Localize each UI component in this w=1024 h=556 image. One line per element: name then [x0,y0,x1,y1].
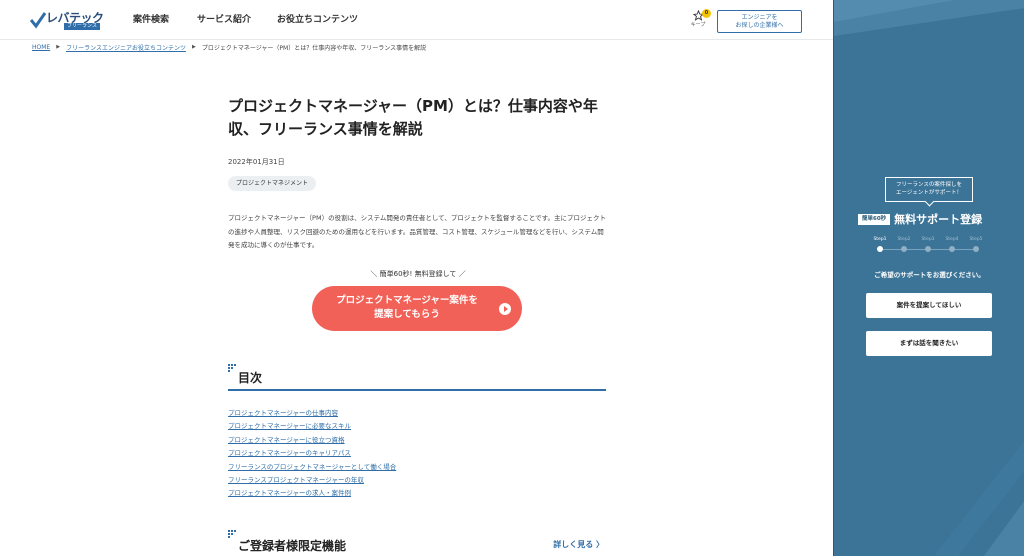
step-dot [877,246,883,252]
toc-header: 目次 [228,364,606,391]
keep-count-badge: 0 [702,9,711,18]
registered-features-title: ご登録者様限定機能 [238,539,347,553]
check-logo-icon [30,12,46,29]
step-label: Step1 [873,237,887,242]
article-date: 2022年01月31日 [228,158,285,166]
breadcrumb-separator-icon: ▶ [191,44,196,50]
step-5: Step5 [966,236,986,252]
breadcrumb-home-link[interactable]: HOME [32,44,50,51]
keep-label: キープ [690,22,706,28]
section-dots-icon [228,530,238,540]
for-companies-button[interactable]: エンジニアを お探しの企業様へ [717,10,802,33]
cta-caption: ＼ 簡単60秒! 無料登録して ／ [370,270,466,278]
breadcrumb: HOME ▶ フリーランスエンジニアお役立ちコンテンツ ▶ プロジェクトマネージ… [32,42,426,52]
step-1: Step1 [870,236,890,252]
toc-link[interactable]: プロジェクトマネージャーの仕事内容 [228,407,396,420]
toc-list: プロジェクトマネージャーの仕事内容 プロジェクトマネージャーに必要なスキル プロ… [228,407,396,501]
nav-item-job-search[interactable]: 案件検索 [133,0,169,40]
step-4: Step4 [942,236,962,252]
step-dot [925,246,931,252]
play-circle-icon [499,303,511,315]
toc-link[interactable]: プロジェクトマネージャーに役立つ資格 [228,434,396,447]
consultation-first-button[interactable]: まずは話を聞きたい [866,331,992,356]
free-signup-heading: 簡単60秒 無料サポート登録 [858,212,982,226]
nav-item-contents[interactable]: お役立ちコンテンツ [277,0,358,40]
free-signup-title: 無料サポート登録 [894,213,983,226]
support-signup-panel: フリーランスの案件探しを エージェントがサポート！ 簡単60秒 無料サポート登録… [833,0,1024,556]
step-label: Step3 [921,237,935,242]
article-title: プロジェクトマネージャー（PM）とは？仕事内容や年収、フリーランス事情を解説 [228,97,598,138]
step-dot [973,246,979,252]
cta-button-label: プロジェクトマネージャー案件を 提案してもらう [336,295,478,320]
section-dots-icon [228,364,238,374]
levtech-freelance-logo[interactable]: レバテック フリーランス [30,9,104,31]
chevron-right-icon: 〉 [596,540,604,549]
registered-features-header: ご登録者様限定機能 詳しく見る 〉 [228,530,606,556]
step-3: Step3 [918,236,938,252]
article-header: プロジェクトマネージャー（PM）とは？仕事内容や年収、フリーランス事情を解説 2… [228,95,608,191]
sixty-seconds-badge: 簡単60秒 [858,213,891,225]
toc-link[interactable]: プロジェクトマネージャーに必要なスキル [228,420,396,433]
nav-item-services[interactable]: サービス紹介 [197,0,251,40]
see-more-link[interactable]: 詳しく見る 〉 [553,539,604,550]
step-label: Step5 [969,237,983,242]
request-job-proposal-button[interactable]: 案件を提案してほしい [866,293,992,318]
support-choice-prompt: ご希望のサポートをお選びください。 [874,271,985,279]
signup-step-indicator: Step1 Step2 Step3 Step4 Step5 [870,236,990,256]
breadcrumb-current: プロジェクトマネージャー（PM）とは？仕事内容や年収、フリーランス事情を解説 [201,44,427,52]
step-label: Step2 [897,237,911,242]
keep-button[interactable]: キープ 0 [687,9,711,34]
article-tag[interactable]: プロジェクトマネジメント [228,176,317,191]
breadcrumb-category-link[interactable]: フリーランスエンジニアお役立ちコンテンツ [66,43,186,52]
breadcrumb-separator-icon: ▶ [56,44,61,50]
request-pm-jobs-button[interactable]: プロジェクトマネージャー案件を 提案してもらう [312,286,522,331]
toc-title: 目次 [238,371,263,385]
see-more-label: 詳しく見る [553,540,594,549]
agent-support-bubble: フリーランスの案件探しを エージェントがサポート！ [885,177,973,202]
toc-link[interactable]: フリーランスのプロジェクトマネージャーとして働く場合 [228,461,396,474]
step-label: Step4 [945,237,959,242]
toc-link[interactable]: フリーランスプロジェクトマネージャーの年収 [228,474,396,487]
step-dot [901,246,907,252]
toc-link[interactable]: プロジェクトマネージャーの求人・案件例 [228,487,396,500]
global-nav: 案件検索 サービス紹介 お役立ちコンテンツ [133,0,358,40]
site-header: レバテック フリーランス 案件検索 サービス紹介 お役立ちコンテンツ キープ 0… [0,0,833,40]
step-dot [949,246,955,252]
toc-link[interactable]: プロジェクトマネージャーのキャリアパス [228,447,396,460]
step-2: Step2 [894,236,914,252]
logo-subtext: フリーランス [64,23,100,30]
article-intro: プロジェクトマネージャー（PM）の役割は、システム開発の責任者として、プロジェク… [228,214,607,249]
